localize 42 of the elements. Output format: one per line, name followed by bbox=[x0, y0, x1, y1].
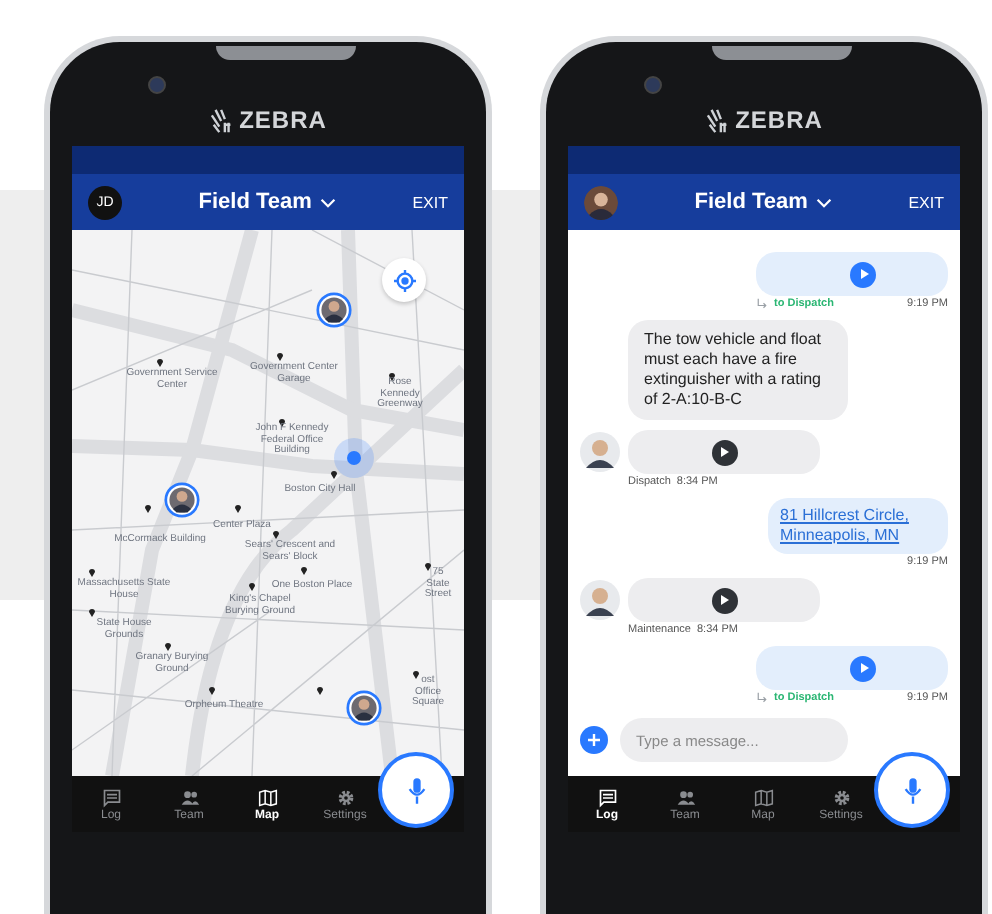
current-location-icon bbox=[334, 438, 374, 478]
sender-avatar-icon bbox=[580, 580, 620, 620]
plus-icon bbox=[584, 730, 604, 750]
brand-logo-text: ZEBRA bbox=[239, 106, 327, 134]
crosshair-icon bbox=[393, 269, 415, 291]
user-avatar-icon[interactable] bbox=[584, 185, 618, 219]
chat-icon bbox=[101, 787, 121, 807]
chat-icon bbox=[597, 787, 617, 807]
address-link[interactable]: 81 Hillcrest Circle, Minneapolis, MN bbox=[780, 506, 936, 546]
chevron-down-icon bbox=[815, 197, 832, 207]
exit-button[interactable]: EXIT bbox=[908, 193, 944, 211]
people-icon bbox=[675, 787, 695, 807]
gear-icon bbox=[335, 787, 355, 807]
gear-icon bbox=[831, 787, 851, 807]
camera-lens bbox=[644, 76, 662, 94]
play-button[interactable] bbox=[711, 587, 737, 613]
microphone-icon bbox=[405, 775, 427, 805]
team-dropdown[interactable]: Field Team bbox=[626, 190, 901, 214]
exit-button[interactable]: EXIT bbox=[412, 193, 448, 211]
chevron-down-icon bbox=[319, 197, 336, 207]
team-dropdown[interactable]: Field Team bbox=[130, 190, 405, 214]
message-bubble: The tow vehicle and float must each have a fire extinguisher with a rating of 2-A:10-B-C bbox=[628, 320, 848, 420]
play-button[interactable] bbox=[711, 439, 737, 465]
team-member-avatar-icon[interactable] bbox=[164, 482, 200, 518]
team-member-avatar-icon[interactable] bbox=[346, 690, 382, 726]
speaker-grille bbox=[712, 46, 852, 60]
zebra-logo-icon bbox=[209, 107, 236, 133]
team-member-avatar-icon[interactable] bbox=[316, 292, 352, 328]
add-button[interactable] bbox=[580, 726, 608, 754]
reply-arrow-icon bbox=[756, 298, 768, 310]
speaker-grille bbox=[216, 46, 356, 60]
zebra-logo-icon bbox=[705, 107, 732, 133]
brand-logo-text: ZEBRA bbox=[735, 106, 823, 134]
sender-avatar-icon bbox=[580, 432, 620, 472]
reply-arrow-icon bbox=[756, 692, 768, 704]
locate-button[interactable] bbox=[382, 258, 426, 302]
microphone-icon bbox=[901, 775, 923, 805]
camera-lens bbox=[148, 76, 166, 94]
map-icon bbox=[753, 787, 773, 807]
microphone-button[interactable] bbox=[874, 752, 950, 828]
people-icon bbox=[179, 787, 199, 807]
map-icon bbox=[257, 787, 277, 807]
